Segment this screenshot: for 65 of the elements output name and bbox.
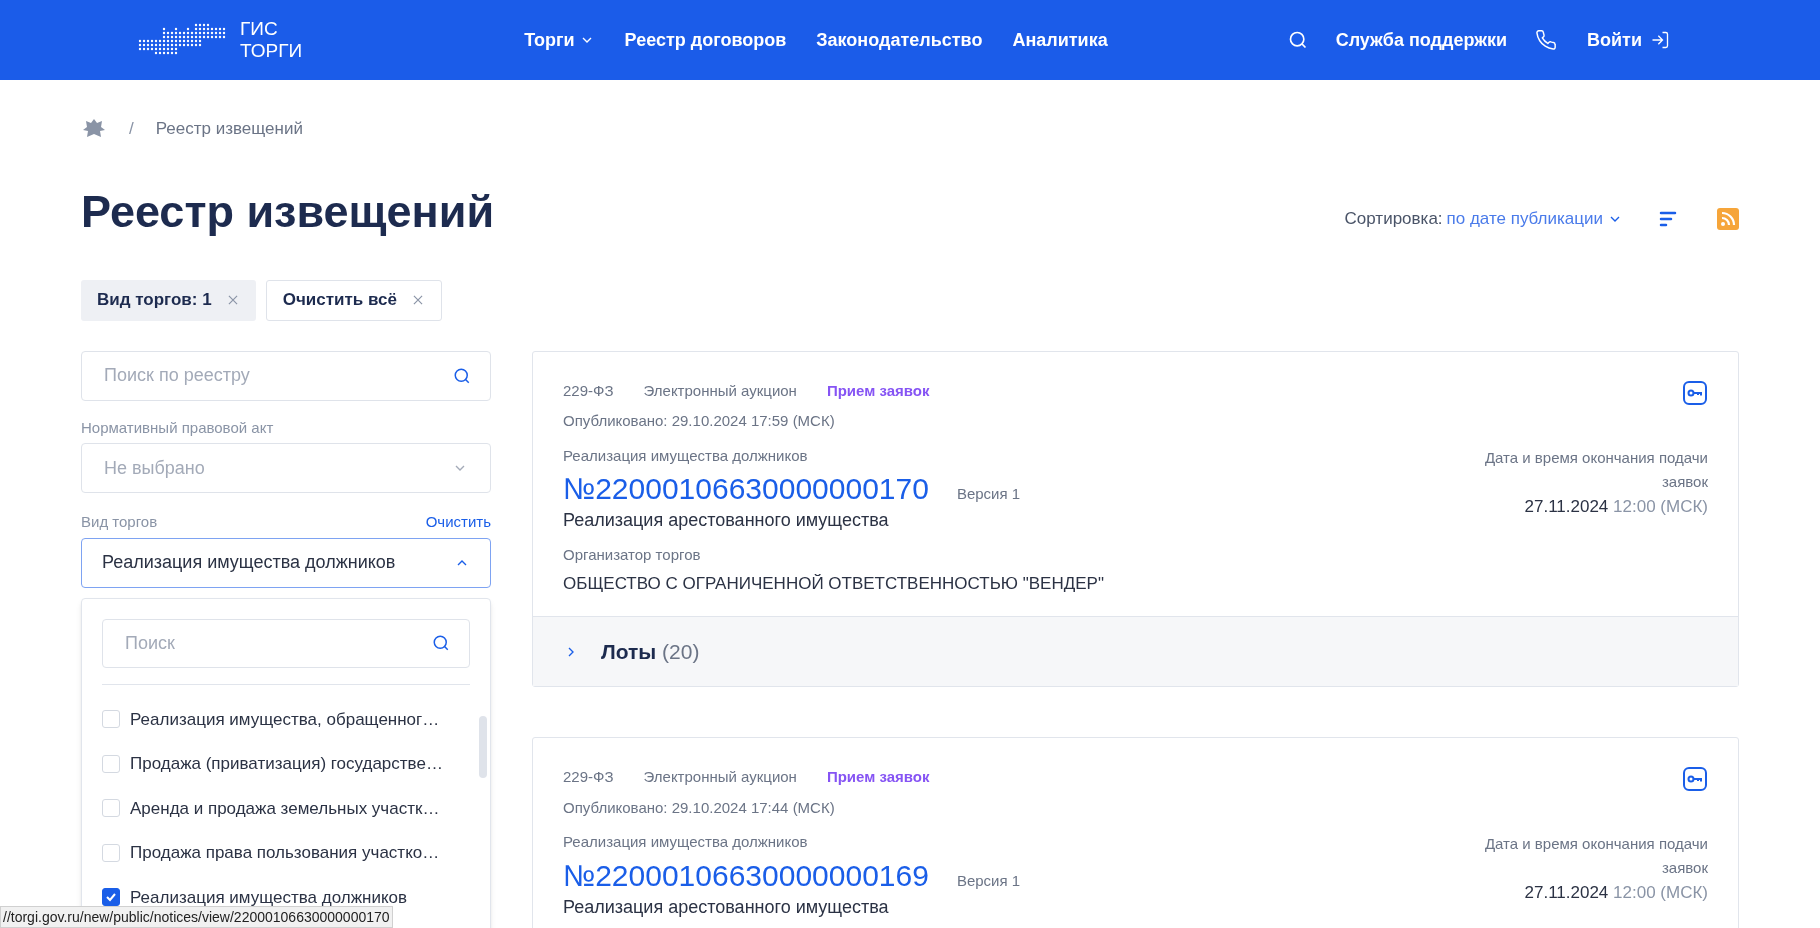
notice-number-link[interactable]: №22000106630000000169 (563, 857, 929, 894)
subject-text: Реализация арестованного имущества (563, 895, 890, 919)
nav-link[interactable]: Реестр договоров (624, 26, 787, 54)
category-label: Реализация имущества должников (563, 832, 809, 852)
deadline-label: Дата и время окончания подачи заявок (1483, 834, 1708, 878)
clear-link[interactable]: Очистить (425, 511, 491, 534)
deadline-date: 27.11.2024 (1524, 496, 1609, 516)
search-icon[interactable] (1287, 30, 1308, 50)
checkbox[interactable] (102, 888, 120, 907)
trade-type-select[interactable]: Реализация имущества должников (81, 537, 491, 588)
field-label: Нормативный правовой акт (81, 417, 275, 438)
status-label: Прием заявок (826, 380, 930, 401)
option-label[interactable]: Аренда и продажа земельных участк… (130, 795, 440, 821)
deadline-time: 12:00 (МСК) (1613, 883, 1708, 902)
scrollbar-thumb[interactable] (479, 715, 487, 778)
login-button[interactable]: Войти (1587, 26, 1670, 54)
deadline-label: Дата и время окончания подачи заявок (1483, 447, 1708, 492)
category-label: Реализация имущества должников (563, 445, 809, 466)
status-bar: //torgi.gov.ru/new/public/notices/view/22000106630000000170 (0, 906, 393, 928)
registry-search-field[interactable]: Поиск по реестру (81, 350, 491, 401)
subject-text: Реализация арестованного имущества (563, 509, 890, 532)
published-date: Опубликовано: 29.10.2024 17:59 (МСК) (563, 411, 836, 431)
deadline-date: 27.11.2024 (1524, 883, 1609, 902)
nav-link[interactable]: Торги (524, 26, 595, 54)
breadcrumb-separator: / (129, 118, 134, 141)
key-icon[interactable] (1682, 766, 1708, 792)
sort-dropdown[interactable]: по дате публикации (1446, 206, 1623, 232)
field-label: Вид торгов (81, 512, 158, 532)
version-label: Версия 1 (956, 484, 1021, 504)
search-icon[interactable] (432, 633, 450, 652)
version-label: Версия 1 (956, 870, 1021, 891)
key-icon[interactable] (1682, 379, 1708, 406)
support-link[interactable]: Служба поддержки (1335, 26, 1508, 54)
law-label: 229-ФЗ (563, 767, 614, 787)
dropdown-search-field[interactable]: Поиск (102, 618, 470, 668)
sort-order-icon[interactable] (1659, 209, 1677, 228)
option-label[interactable]: Реализация имущества, обращенног… (130, 706, 440, 732)
filter-chip[interactable]: Вид торгов: 1 (81, 279, 256, 321)
organizer-name: ОБЩЕСТВО С ОГРАНИЧЕННОЙ ОТВЕТСТВЕННОСТЬЮ "ВЕНДЕР" (563, 572, 1105, 595)
procedure-label: Электронный аукцион (643, 767, 797, 787)
notice-number-link[interactable]: №22000106630000000170 (563, 471, 929, 507)
russia-map-logo-icon[interactable] (138, 23, 228, 57)
logo-text[interactable]: ГИС (240, 18, 303, 40)
published-date: Опубликовано: 29.10.2024 17:44 (МСК) (563, 797, 836, 818)
logo-text[interactable]: ТОРГИ (240, 40, 303, 62)
breadcrumb-link[interactable]: Реестр извещений (155, 116, 303, 142)
nav-link[interactable]: Законодательство (816, 26, 983, 54)
sort-label: Сортировка: (1344, 208, 1443, 230)
clear-all-chip[interactable]: Очистить всё (265, 279, 442, 321)
lots-toggle[interactable]: Лоты (20) (533, 616, 1738, 686)
organizer-label: Организатор торгов (563, 545, 702, 565)
login-icon (1650, 30, 1670, 50)
chip-label: Очистить всё (282, 289, 397, 312)
status-label: Прием заявок (826, 767, 930, 787)
law-label: 229-ФЗ (563, 380, 614, 401)
check-icon (105, 891, 117, 904)
option-label[interactable]: Продажа (приватизация) государстве… (130, 751, 443, 777)
option-label[interactable]: Продажа права пользования участко… (130, 840, 440, 866)
deadline-time: 12:00 (МСК) (1613, 496, 1708, 516)
procedure-label: Электронный аукцион (643, 380, 797, 401)
phone-icon[interactable] (1535, 29, 1558, 51)
page-title: Реестр извещений (81, 185, 495, 239)
nav-link[interactable]: Аналитика (1012, 26, 1108, 54)
search-icon[interactable] (453, 366, 471, 385)
chip-label: Вид торгов: 1 (97, 289, 212, 312)
